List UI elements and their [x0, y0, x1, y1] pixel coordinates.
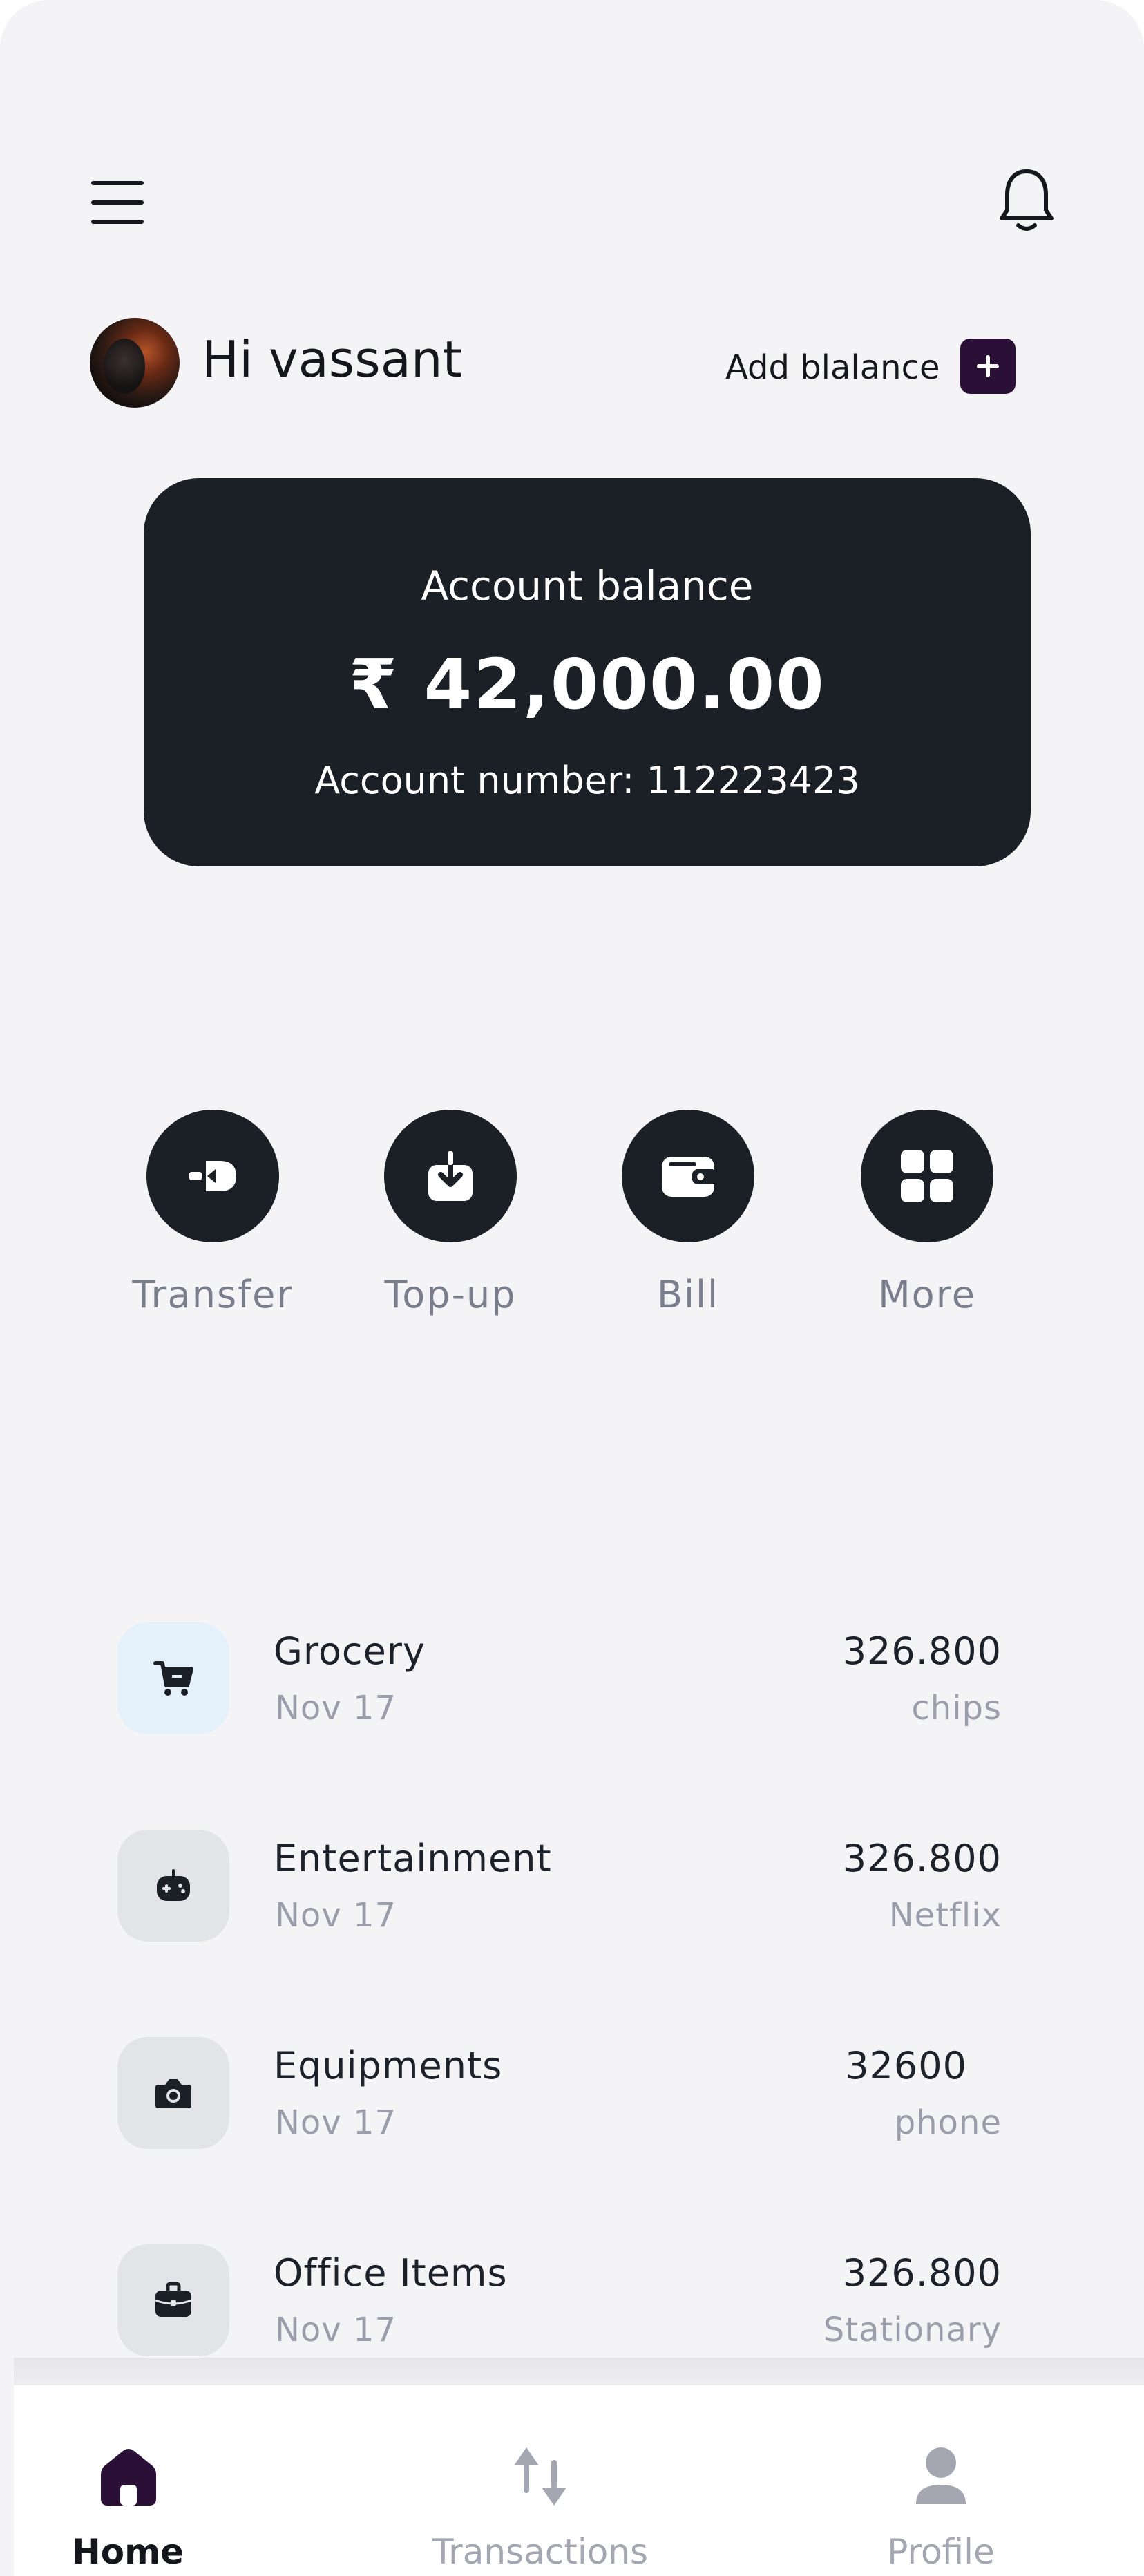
- nav-transactions-label: Transactions: [432, 2532, 649, 2572]
- transfer-label: Transfer: [132, 1273, 294, 1316]
- transfer-circle: [146, 1110, 279, 1242]
- topup-circle: [384, 1110, 517, 1242]
- txn-date: Nov 17: [275, 2311, 397, 2349]
- more-button[interactable]: More: [826, 1110, 1006, 1331]
- txn-date: Nov 17: [275, 2103, 397, 2142]
- txn-icon-box: [117, 2244, 229, 2356]
- hamburger-line: [91, 200, 144, 205]
- add-balance-button[interactable]: Add blalance: [725, 339, 1016, 394]
- bottom-nav-divider: [14, 2358, 1144, 2385]
- txn-name: Entertainment: [274, 1837, 552, 1880]
- home-icon: [101, 2449, 156, 2506]
- cart-icon: [153, 1661, 193, 1696]
- greeting-text: Hi vassant: [202, 330, 462, 388]
- bill-circle: [622, 1110, 754, 1242]
- bill-label: Bill: [656, 1273, 720, 1316]
- menu-button[interactable]: [88, 181, 146, 224]
- transaction-row[interactable]: Equipments Nov 17 32600 phone: [117, 2037, 1002, 2175]
- balance-card: Account balance ₹ 42,000.00 Account numb…: [144, 478, 1031, 866]
- briefcase-icon: [155, 2282, 192, 2317]
- nav-home[interactable]: Home: [14, 2385, 276, 2576]
- account-number: Account number: 112223423: [314, 759, 860, 802]
- transaction-row[interactable]: Grocery Nov 17 326.800 chips: [117, 1622, 1002, 1761]
- app-screen: Hi vassant Add blalance Account balance …: [0, 0, 1144, 2576]
- hamburger-line: [91, 220, 144, 224]
- balance-title: Account balance: [421, 562, 754, 609]
- more-label: More: [878, 1273, 976, 1316]
- nav-profile-label: Profile: [887, 2532, 995, 2572]
- topup-label: Top-up: [384, 1273, 517, 1316]
- txn-date: Nov 17: [275, 1896, 397, 1935]
- download-icon: [428, 1151, 473, 1201]
- notification-button[interactable]: [995, 164, 1058, 234]
- txn-date: Nov 17: [275, 1689, 397, 1727]
- balance-amount: ₹ 42,000.00: [349, 644, 826, 725]
- plus-icon: [960, 339, 1016, 394]
- txn-note: phone: [894, 2103, 1002, 2142]
- more-circle: [861, 1110, 993, 1242]
- txn-icon-box: [117, 1830, 229, 1942]
- txn-icon-box: [117, 1622, 229, 1734]
- add-balance-label: Add blalance: [725, 348, 940, 387]
- txn-amount: 326.800: [842, 2251, 1002, 2295]
- transfer-button[interactable]: Transfer: [112, 1110, 292, 1331]
- bottom-nav: Home Transactions Profile: [14, 2385, 1144, 2576]
- nav-transactions[interactable]: Transactions: [409, 2385, 671, 2576]
- txn-amount: 326.800: [842, 1629, 1002, 1673]
- txn-name: Grocery: [274, 1629, 426, 1673]
- txn-amount: 32600: [845, 2044, 967, 2087]
- profile-icon: [916, 2447, 966, 2504]
- gamepad-icon: [157, 1869, 190, 1901]
- grid-icon: [901, 1150, 953, 1202]
- topup-button[interactable]: Top-up: [350, 1110, 529, 1331]
- bell-icon: [1000, 169, 1054, 231]
- txn-name: Equipments: [274, 2044, 503, 2087]
- txn-amount: 326.800: [842, 1837, 1002, 1880]
- transfer-icon: [189, 1161, 236, 1191]
- txn-note: Stationary: [823, 2311, 1002, 2349]
- transaction-row[interactable]: Entertainment Nov 17 326.800 Netflix: [117, 1830, 1002, 1968]
- txn-name: Office Items: [274, 2251, 508, 2295]
- camera-icon: [155, 2079, 191, 2108]
- txn-icon-box: [117, 2037, 229, 2149]
- nav-profile[interactable]: Profile: [810, 2385, 1072, 2576]
- hamburger-menu-icon: [91, 181, 144, 185]
- nav-home-label: Home: [71, 2532, 184, 2572]
- txn-note: Netflix: [888, 1896, 1002, 1935]
- bill-button[interactable]: Bill: [587, 1110, 767, 1331]
- txn-note: chips: [911, 1689, 1002, 1727]
- avatar[interactable]: [90, 318, 180, 408]
- wallet-icon: [662, 1157, 717, 1197]
- transactions-icon: [514, 2447, 566, 2506]
